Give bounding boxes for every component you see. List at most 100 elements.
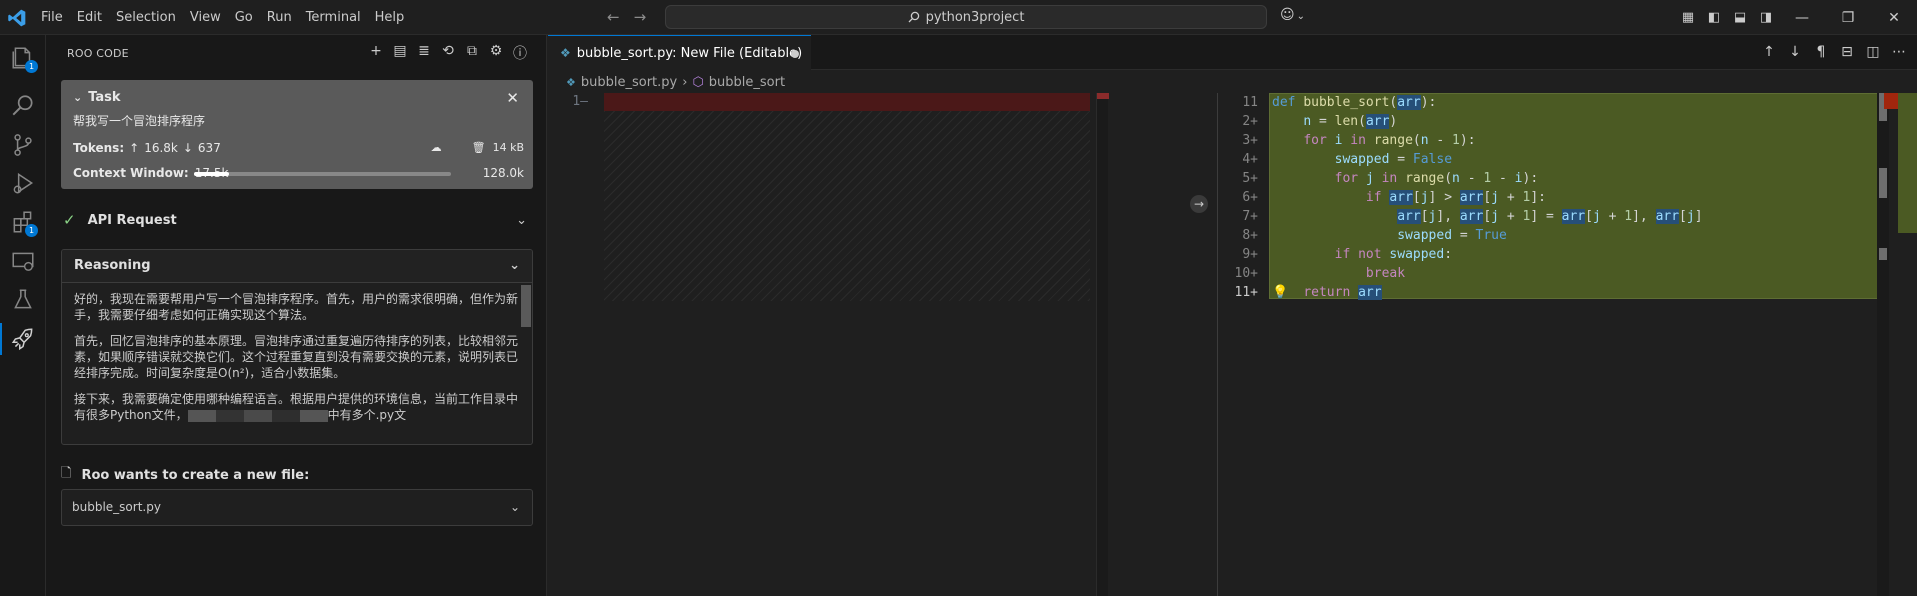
context-progress-fill: [194, 172, 230, 176]
api-request-row[interactable]: ✓ API Request ⌄: [61, 210, 533, 230]
extensions-badge: 1: [25, 224, 38, 237]
unsaved-dot-icon[interactable]: [791, 50, 799, 58]
chevron-down-icon[interactable]: ⌄: [73, 91, 82, 104]
settings-gear-icon[interactable]: ⚙: [488, 43, 504, 63]
original-scrollbar[interactable]: [1096, 93, 1109, 596]
popout-icon[interactable]: ⧉: [464, 43, 480, 63]
code-text: swapped = True: [1397, 228, 1507, 243]
source-control-icon[interactable]: [0, 125, 46, 165]
search-icon[interactable]: [0, 86, 46, 126]
modified-pane[interactable]: 11 def bubble_sort(arr): 2+ n = len(arr) 3+…: [1218, 93, 1917, 596]
diff-editor: 1— → 11 def bubble_sort(arr): 2+ n = len(a…: [548, 93, 1917, 596]
minimize-icon[interactable]: —: [1779, 10, 1825, 26]
toggle-panel-icon[interactable]: ⬓: [1727, 10, 1753, 25]
original-pane[interactable]: 1—: [548, 93, 1168, 596]
diff-hatch-area: [604, 111, 1090, 301]
roo-code-rocket-icon[interactable]: [0, 319, 46, 359]
inline-view-icon[interactable]: ⊟: [1839, 44, 1855, 60]
breadcrumb-symbol[interactable]: bubble_sort: [709, 75, 785, 90]
code-text: if arr[j] > arr[j + 1]:: [1365, 190, 1546, 205]
create-file-row: 🗋 Roo wants to create a new file:: [61, 464, 309, 486]
copilot-icon[interactable]: ☺ ⌄: [1280, 7, 1305, 23]
tokens-in: 16.8k: [144, 141, 178, 155]
new-file-dropdown[interactable]: bubble_sort.py ⌄: [61, 489, 533, 526]
menu-edit[interactable]: Edit: [70, 10, 109, 25]
cloud-upload-icon[interactable]: ☁: [431, 141, 442, 154]
testing-icon[interactable]: [0, 280, 46, 320]
toggle-whitespace-icon[interactable]: ¶: [1813, 44, 1829, 60]
menu-file[interactable]: File: [34, 10, 70, 25]
search-text: python3project: [925, 9, 1025, 25]
new-task-plus-icon[interactable]: +: [368, 43, 384, 63]
menu-bar: File Edit Selection View Go Run Terminal…: [34, 0, 411, 35]
code-text: for j in range(n - 1 - i):: [1334, 171, 1539, 186]
reasoning-header[interactable]: Reasoning ⌄: [62, 250, 532, 283]
reasoning-text: 好的，我现在需要帮用户写一个冒泡排序程序。首先，用户的需求很明确，但作为新手，我…: [62, 283, 532, 423]
chevron-down-icon[interactable]: ⌄: [510, 500, 520, 514]
chevron-down-icon[interactable]: ⌄: [509, 258, 520, 273]
code-text: if not swapped:: [1334, 247, 1453, 262]
command-center-search[interactable]: python3project: [665, 5, 1267, 29]
chevron-down-icon[interactable]: ⌄: [516, 213, 527, 228]
prompts-icon[interactable]: ▤: [392, 43, 408, 63]
trash-icon[interactable]: 🗑: [472, 141, 486, 154]
task-prompt: 帮我写一个冒泡排序程序: [73, 114, 206, 128]
menu-terminal[interactable]: Terminal: [299, 10, 368, 25]
help-icon[interactable]: ⓘ: [512, 43, 528, 63]
history-icon[interactable]: ⟲: [440, 43, 456, 63]
lightbulb-icon[interactable]: 💡: [1272, 285, 1288, 300]
code-text: arr[j], arr[j + 1] = arr[j + 1], arr[j]: [1397, 209, 1703, 224]
tokens-out: 637: [197, 141, 221, 155]
remote-explorer-icon[interactable]: [0, 241, 46, 281]
reasoning-scrollbar[interactable]: [521, 285, 531, 327]
editor-tabs: ❖ bubble_sort.py: New File (Editable) ↑ …: [548, 35, 1917, 70]
extensions-icon[interactable]: 1: [0, 202, 46, 242]
menu-run[interactable]: Run: [260, 10, 299, 25]
chevron-right-icon: ›: [682, 74, 688, 90]
roo-code-sidebar: ROO CODE + ▤ ≣ ⟲ ⧉ ⚙ ⓘ ⌄ Task ✕ 帮我写一个冒泡排…: [46, 35, 547, 596]
code-text: swapped = False: [1334, 152, 1453, 167]
run-debug-icon[interactable]: [0, 163, 46, 203]
minimap[interactable]: [1884, 93, 1917, 233]
arrow-up-icon: ↑: [129, 141, 140, 155]
menu-go[interactable]: Go: [228, 10, 260, 25]
close-window-icon[interactable]: ✕: [1871, 10, 1917, 26]
check-icon: ✓: [63, 211, 76, 229]
code-text: for i in range(n - 1):: [1303, 133, 1476, 148]
restore-icon[interactable]: ❐: [1825, 10, 1871, 26]
chevron-down-icon[interactable]: ⌄: [1297, 11, 1305, 22]
back-arrow-icon[interactable]: ←: [607, 8, 620, 26]
toggle-primary-sidebar-icon[interactable]: ◧: [1701, 10, 1727, 25]
new-file-name: bubble_sort.py: [72, 500, 161, 514]
close-icon[interactable]: ✕: [506, 89, 519, 107]
revert-arrow-icon[interactable]: →: [1190, 195, 1208, 213]
tab-bubble-sort[interactable]: ❖ bubble_sort.py: New File (Editable): [548, 35, 811, 70]
next-change-arrow-icon[interactable]: ↓: [1787, 44, 1803, 60]
explorer-icon[interactable]: 1: [0, 38, 46, 78]
api-request-label: API Request: [87, 212, 177, 228]
customize-layout-icon[interactable]: ▦: [1675, 10, 1701, 25]
menu-help[interactable]: Help: [368, 10, 412, 25]
python-file-icon: ❖: [566, 75, 576, 89]
more-actions-icon[interactable]: ⋯: [1891, 44, 1907, 60]
previous-change-arrow-icon[interactable]: ↑: [1761, 44, 1777, 60]
reasoning-paragraph-tail: 中有多个.py文: [327, 408, 407, 422]
arrow-down-icon: ↓: [182, 141, 193, 155]
task-card: ⌄ Task ✕ 帮我写一个冒泡排序程序 Tokens: ↑ 16.8k ↓ 6…: [61, 80, 533, 189]
forward-arrow-icon[interactable]: →: [634, 8, 647, 26]
line-number: 11: [1242, 95, 1258, 110]
reasoning-title: Reasoning: [74, 258, 151, 273]
line-number: 9+: [1242, 247, 1258, 262]
context-progress-bar: [194, 172, 451, 176]
explorer-badge: 1: [25, 60, 38, 73]
menu-view[interactable]: View: [183, 10, 228, 25]
split-editor-icon[interactable]: ◫: [1865, 44, 1881, 60]
breadcrumb-file[interactable]: bubble_sort.py: [581, 75, 677, 90]
menu-selection[interactable]: Selection: [109, 10, 183, 25]
line-number: 6+: [1242, 190, 1258, 205]
toggle-secondary-sidebar-icon[interactable]: ◨: [1753, 10, 1779, 25]
vscode-logo-icon: [8, 9, 26, 27]
new-file-icon: 🗋: [61, 466, 72, 481]
mcp-servers-icon[interactable]: ≣: [416, 43, 432, 63]
line-number: 4+: [1242, 152, 1258, 167]
